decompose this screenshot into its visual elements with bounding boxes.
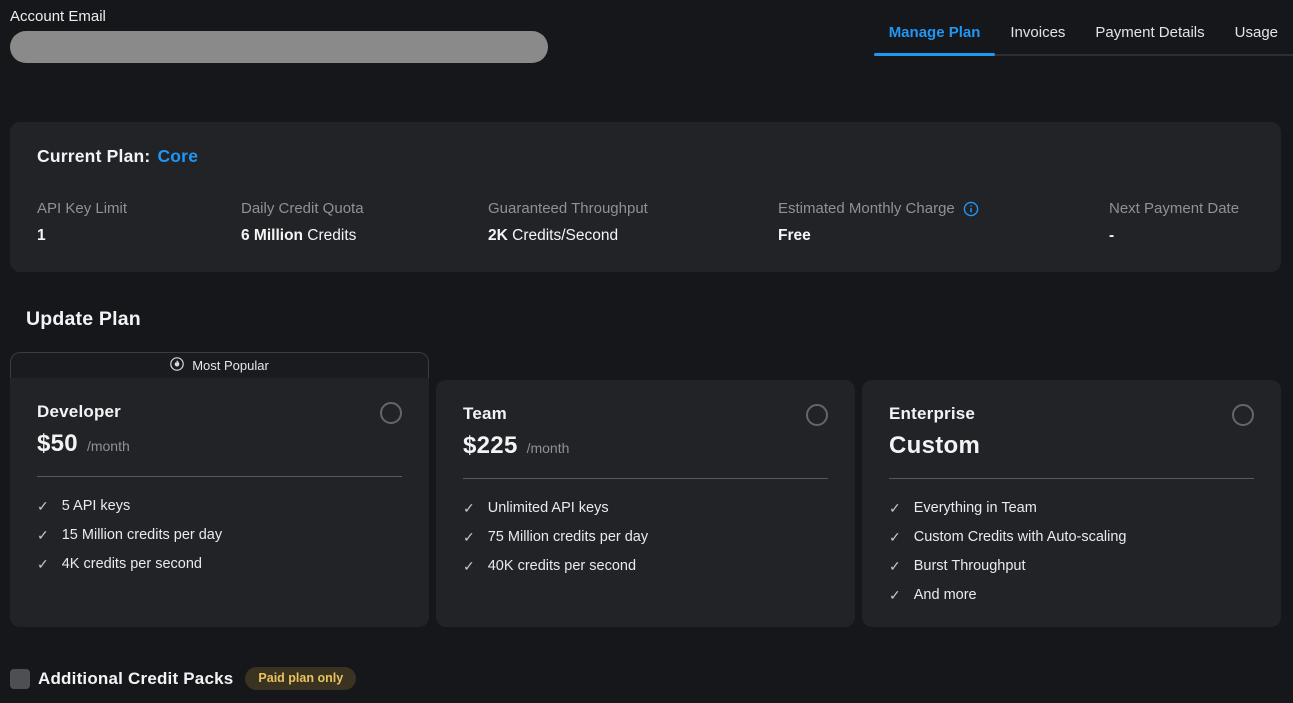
current-plan-stats: API Key Limit 1 Daily Credit Quota 6 Mil… [37,200,1254,245]
feature-item: ✓40K credits per second [463,552,828,581]
flame-icon [170,357,184,374]
stat-label: API Key Limit [37,200,127,217]
feature-item: ✓Custom Credits with Auto-scaling [889,523,1254,552]
stat-value: 1 [37,227,241,245]
most-popular-banner: Most Popular [10,352,429,378]
most-popular-label: Most Popular [192,358,269,373]
feature-item: ✓And more [889,581,1254,610]
plan-column-team: Team $225 /month ✓Unlimited API keys ✓75… [436,352,855,627]
stat-label: Guaranteed Throughput [488,200,648,217]
plan-options: Most Popular Developer $50 /month ✓5 API… [10,352,1281,627]
plan-card-developer[interactable]: Developer $50 /month ✓5 API keys ✓15 Mil… [10,378,429,627]
plan-features: ✓Unlimited API keys ✓75 Million credits … [463,494,828,581]
billing-tabs: Manage Plan Invoices Payment Details Usa… [874,24,1293,56]
account-email-label: Account Email [10,8,548,25]
feature-item: ✓15 Million credits per day [37,521,402,550]
plan-column-developer: Most Popular Developer $50 /month ✓5 API… [10,352,429,627]
current-plan-card: Current Plan: Core API Key Limit 1 Daily … [10,122,1281,272]
page-header: Account Email Manage Plan Invoices Payme… [0,0,1293,63]
plan-name: Team [463,404,507,424]
plan-price: Custom [889,432,980,460]
additional-credit-packs-label: Additional Credit Packs [38,669,233,689]
stat-label: Daily Credit Quota [241,200,364,217]
plan-radio-team[interactable] [806,404,828,426]
plan-radio-enterprise[interactable] [1232,404,1254,426]
stat-label: Estimated Monthly Charge [778,200,955,217]
info-icon[interactable] [963,201,979,217]
paid-plan-only-badge: Paid plan only [245,667,356,690]
plan-radio-developer[interactable] [380,402,402,424]
stat-label: Next Payment Date [1109,200,1239,217]
current-plan-name: Core [157,146,198,166]
plan-card-enterprise[interactable]: Enterprise Custom ✓Everything in Team ✓C… [862,380,1281,627]
plan-name: Enterprise [889,404,975,424]
check-icon: ✓ [889,552,901,581]
stat-value: Free [778,227,1109,245]
account-email-input[interactable] [10,31,548,63]
feature-item: ✓75 Million credits per day [463,523,828,552]
plan-period: /month [87,438,130,454]
plan-name: Developer [37,402,121,422]
check-icon: ✓ [37,550,49,579]
plan-price: $225 [463,432,518,460]
stat-estimated-monthly-charge: Estimated Monthly Charge Free [778,200,1109,245]
check-icon: ✓ [463,494,475,523]
feature-item: ✓5 API keys [37,492,402,521]
stat-guaranteed-throughput: Guaranteed Throughput 2K Credits/Second [488,200,778,245]
stat-next-payment-date: Next Payment Date - [1109,200,1254,245]
additional-credit-packs-row: Additional Credit Packs Paid plan only [10,667,1293,690]
tab-payment-details[interactable]: Payment Details [1080,24,1219,54]
check-icon: ✓ [463,552,475,581]
feature-item: ✓Unlimited API keys [463,494,828,523]
plan-features: ✓5 API keys ✓15 Million credits per day … [37,492,402,579]
check-icon: ✓ [37,521,49,550]
plan-price: $50 [37,430,78,458]
plan-card-team[interactable]: Team $225 /month ✓Unlimited API keys ✓75… [436,380,855,627]
stat-daily-credit-quota: Daily Credit Quota 6 Million Credits [241,200,488,245]
check-icon: ✓ [889,494,901,523]
tab-manage-plan[interactable]: Manage Plan [874,24,996,54]
plan-column-enterprise: Enterprise Custom ✓Everything in Team ✓C… [862,352,1281,627]
stat-api-key-limit: API Key Limit 1 [37,200,241,245]
current-plan-title-prefix: Current Plan: [37,146,150,166]
stat-value: 2K Credits/Second [488,227,778,245]
tab-invoices[interactable]: Invoices [995,24,1080,54]
account-email-section: Account Email [10,8,548,63]
plan-period: /month [527,440,570,456]
feature-item: ✓Everything in Team [889,494,1254,523]
stat-value: - [1109,227,1254,245]
tab-usage[interactable]: Usage [1220,24,1293,54]
additional-credit-packs-checkbox[interactable] [10,669,30,689]
check-icon: ✓ [889,523,901,552]
feature-item: ✓Burst Throughput [889,552,1254,581]
current-plan-title: Current Plan: Core [37,146,1254,167]
stat-value: 6 Million Credits [241,227,488,245]
check-icon: ✓ [463,523,475,552]
check-icon: ✓ [37,492,49,521]
plan-features: ✓Everything in Team ✓Custom Credits with… [889,494,1254,610]
check-icon: ✓ [889,581,901,610]
feature-item: ✓4K credits per second [37,550,402,579]
update-plan-heading: Update Plan [26,308,1293,331]
